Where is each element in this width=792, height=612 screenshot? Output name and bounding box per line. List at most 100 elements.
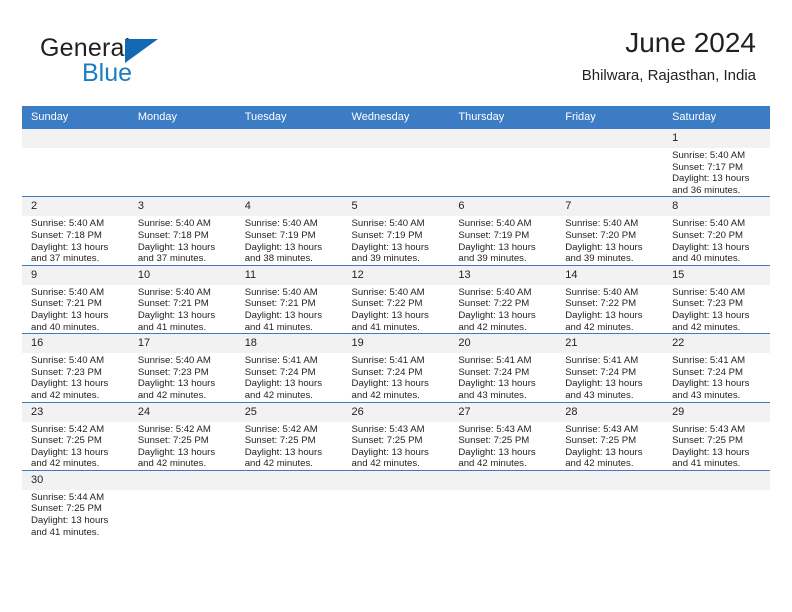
calendar-week-row: 2 Sunrise: 5:40 AM Sunset: 7:18 PM Daylight… [22, 196, 770, 266]
daylight-text-line1: Daylight: 13 hours [672, 446, 750, 458]
sunset-text: Sunset: 7:21 PM [31, 298, 102, 310]
daylight-text-line2: and 42 minutes. [244, 458, 313, 470]
daylight-text-line2: and 37 minutes. [137, 253, 207, 265]
calendar-day-cell[interactable]: 19 Sunrise: 5:41 AM Sunset: 7:24 PM Dayligh… [342, 333, 450, 402]
daylight-text-line1: Daylight: 13 hours [351, 378, 429, 390]
calendar-day-cell[interactable]: 25 Sunrise: 5:42 AM Sunset: 7:25 PM Dayligh… [235, 401, 343, 471]
day-details: Sunrise: 5:40 AM Sunset: 7:18 PM Daylight:… [129, 216, 236, 264]
sunrise-text: Sunrise: 5:41 AM [565, 355, 639, 367]
daylight-text-line2: and 42 minutes. [351, 389, 420, 401]
daylight-text-line2: and 37 minutes. [31, 253, 100, 265]
daylight-text-line1: Daylight: 13 hours [351, 446, 429, 458]
daylight-text-line2: and 42 minutes. [565, 458, 634, 470]
sunset-text: Sunset: 7:22 PM [458, 298, 530, 310]
sunset-text: Sunset: 7:17 PM [672, 161, 743, 173]
day-number: 13 [449, 265, 557, 285]
calendar-day-cell[interactable]: 28 Sunrise: 5:43 AM Sunset: 7:25 PM Dayligh… [556, 401, 664, 471]
calendar-day-cell[interactable]: 1 Sunrise: 5:40 AM Sunset: 7:17 PM Daylight… [663, 127, 770, 197]
weekday-header-sunday: Sunday [22, 106, 129, 129]
daylight-text-line2: and 36 minutes. [672, 184, 741, 196]
daylight-text-line1: Daylight: 13 hours [672, 309, 750, 321]
general-blue-logo[interactable]: General Blue [40, 34, 260, 92]
calendar-day-cell[interactable]: 12 Sunrise: 5:40 AM Sunset: 7:22 PM Dayligh… [342, 264, 450, 334]
day-details: Sunrise: 5:44 AM Sunset: 7:25 PM Daylight:… [22, 490, 129, 538]
calendar-day-cell[interactable]: 14 Sunrise: 5:40 AM Sunset: 7:22 PM Dayligh… [556, 264, 664, 334]
day-cell-inner: 13 Sunrise: 5:40 AM Sunset: 7:22 PM Dayligh… [449, 265, 557, 333]
calendar-day-cell[interactable]: 26 Sunrise: 5:43 AM Sunset: 7:25 PM Dayligh… [342, 401, 450, 471]
calendar-day-cell[interactable]: 9 Sunrise: 5:40 AM Sunset: 7:21 PM Daylight… [22, 264, 129, 334]
day-cell-inner: 16 Sunrise: 5:40 AM Sunset: 7:23 PM Dayligh… [22, 334, 129, 401]
day-cell-inner: 3 Sunrise: 5:40 AM Sunset: 7:18 PM Daylight… [128, 197, 236, 264]
day-number: 19 [342, 334, 450, 354]
calendar-day-cell[interactable]: 29 Sunrise: 5:43 AM Sunset: 7:25 PM Dayligh… [663, 401, 770, 471]
calendar-day-cell[interactable]: 8 Sunrise: 5:40 AM Sunset: 7:20 PM Daylight… [663, 196, 770, 266]
daylight-text-line1: Daylight: 13 hours [458, 309, 536, 321]
day-number [235, 129, 343, 148]
calendar-day-cell[interactable]: 5 Sunrise: 5:40 AM Sunset: 7:19 PM Daylight… [342, 196, 450, 266]
calendar-day-cell[interactable]: 23 Sunrise: 5:42 AM Sunset: 7:25 PM Dayligh… [22, 401, 129, 471]
calendar-day-cell[interactable]: 21 Sunrise: 5:41 AM Sunset: 7:24 PM Dayligh… [556, 333, 664, 402]
day-number: 3 [128, 197, 236, 217]
calendar-day-cell[interactable]: 3 Sunrise: 5:40 AM Sunset: 7:18 PM Daylight… [128, 196, 236, 266]
day-details: Sunrise: 5:42 AM Sunset: 7:25 PM Daylight:… [236, 422, 343, 470]
day-cell-inner [342, 470, 450, 538]
calendar-day-cell[interactable]: 4 Sunrise: 5:40 AM Sunset: 7:19 PM Daylight… [235, 196, 343, 266]
day-number [342, 470, 450, 490]
calendar-day-cell[interactable]: 24 Sunrise: 5:42 AM Sunset: 7:25 PM Dayligh… [128, 401, 236, 471]
day-cell-inner: 25 Sunrise: 5:42 AM Sunset: 7:25 PM Dayligh… [235, 402, 343, 470]
day-number [556, 470, 664, 490]
daylight-text-line2: and 42 minutes. [137, 458, 207, 470]
calendar-body: 1 Sunrise: 5:40 AM Sunset: 7:17 PM Daylight… [22, 127, 770, 539]
day-number: 7 [556, 197, 664, 217]
day-number: 1 [663, 129, 770, 148]
calendar-day-cell[interactable]: 7 Sunrise: 5:40 AM Sunset: 7:20 PM Daylight… [556, 196, 664, 266]
sunset-text: Sunset: 7:25 PM [31, 503, 102, 515]
calendar-cell-empty [556, 127, 664, 197]
calendar-day-cell[interactable]: 2 Sunrise: 5:40 AM Sunset: 7:18 PM Daylight… [22, 196, 129, 266]
calendar-day-cell[interactable]: 18 Sunrise: 5:41 AM Sunset: 7:24 PM Dayligh… [235, 333, 343, 402]
day-cell-inner [342, 129, 450, 196]
day-cell-inner: 23 Sunrise: 5:42 AM Sunset: 7:25 PM Dayligh… [22, 402, 129, 470]
calendar-header-row: Sunday Monday Tuesday Wednesday Thursday… [22, 106, 770, 129]
day-cell-inner: 18 Sunrise: 5:41 AM Sunset: 7:24 PM Dayligh… [235, 334, 343, 401]
calendar-day-cell[interactable]: 20 Sunrise: 5:41 AM Sunset: 7:24 PM Dayligh… [449, 333, 557, 402]
sunset-text: Sunset: 7:23 PM [137, 366, 209, 378]
calendar-day-cell[interactable]: 16 Sunrise: 5:40 AM Sunset: 7:23 PM Dayligh… [22, 333, 129, 402]
calendar-day-cell[interactable]: 22 Sunrise: 5:41 AM Sunset: 7:24 PM Dayligh… [663, 333, 770, 402]
daylight-text-line1: Daylight: 13 hours [565, 446, 643, 458]
calendar-day-cell[interactable]: 30 Sunrise: 5:44 AM Sunset: 7:25 PM Dayligh… [22, 469, 129, 539]
daylight-text-line1: Daylight: 13 hours [351, 309, 429, 321]
sunset-text: Sunset: 7:25 PM [351, 435, 423, 447]
daylight-text-line1: Daylight: 13 hours [31, 378, 109, 390]
day-cell-inner: 29 Sunrise: 5:43 AM Sunset: 7:25 PM Dayligh… [663, 402, 770, 470]
day-number [342, 129, 450, 148]
daylight-text-line1: Daylight: 13 hours [351, 241, 429, 253]
sunrise-text: Sunrise: 5:40 AM [565, 286, 639, 298]
daylight-text-line1: Daylight: 13 hours [244, 241, 323, 253]
day-details: Sunrise: 5:41 AM Sunset: 7:24 PM Daylight:… [663, 353, 770, 401]
day-cell-inner: 22 Sunrise: 5:41 AM Sunset: 7:24 PM Dayligh… [663, 334, 770, 401]
day-details: Sunrise: 5:40 AM Sunset: 7:22 PM Daylight:… [343, 285, 450, 333]
calendar-day-cell[interactable]: 10 Sunrise: 5:40 AM Sunset: 7:21 PM Dayligh… [128, 264, 236, 334]
page-title: June 2024 [625, 27, 756, 58]
daylight-text-line1: Daylight: 13 hours [244, 309, 323, 321]
day-cell-inner: 19 Sunrise: 5:41 AM Sunset: 7:24 PM Dayligh… [342, 334, 450, 401]
daylight-text-line2: and 42 minutes. [672, 321, 741, 333]
sunrise-text: Sunrise: 5:40 AM [31, 286, 105, 298]
calendar-week-row: 9 Sunrise: 5:40 AM Sunset: 7:21 PM Daylight… [22, 264, 770, 334]
calendar-week-row: 23 Sunrise: 5:42 AM Sunset: 7:25 PM Dayligh… [22, 401, 770, 471]
calendar-day-cell[interactable]: 15 Sunrise: 5:40 AM Sunset: 7:23 PM Dayligh… [663, 264, 770, 334]
day-cell-inner [235, 470, 343, 538]
calendar-day-cell[interactable]: 13 Sunrise: 5:40 AM Sunset: 7:22 PM Dayligh… [449, 264, 557, 334]
day-cell-inner [235, 129, 343, 196]
day-number: 27 [449, 402, 557, 422]
day-cell-inner: 11 Sunrise: 5:40 AM Sunset: 7:21 PM Dayligh… [235, 265, 343, 333]
calendar-day-cell[interactable]: 27 Sunrise: 5:43 AM Sunset: 7:25 PM Dayligh… [449, 401, 557, 471]
day-number [449, 470, 557, 490]
sunrise-text: Sunrise: 5:41 AM [244, 355, 318, 367]
calendar-page: General Blue June 2024 Bhilwara, Rajasth… [0, 0, 792, 612]
calendar-day-cell[interactable]: 6 Sunrise: 5:40 AM Sunset: 7:19 PM Daylight… [449, 196, 557, 266]
day-number: 22 [663, 334, 770, 354]
calendar-day-cell[interactable]: 17 Sunrise: 5:40 AM Sunset: 7:23 PM Dayligh… [128, 333, 236, 402]
calendar-day-cell[interactable]: 11 Sunrise: 5:40 AM Sunset: 7:21 PM Dayligh… [235, 264, 343, 334]
